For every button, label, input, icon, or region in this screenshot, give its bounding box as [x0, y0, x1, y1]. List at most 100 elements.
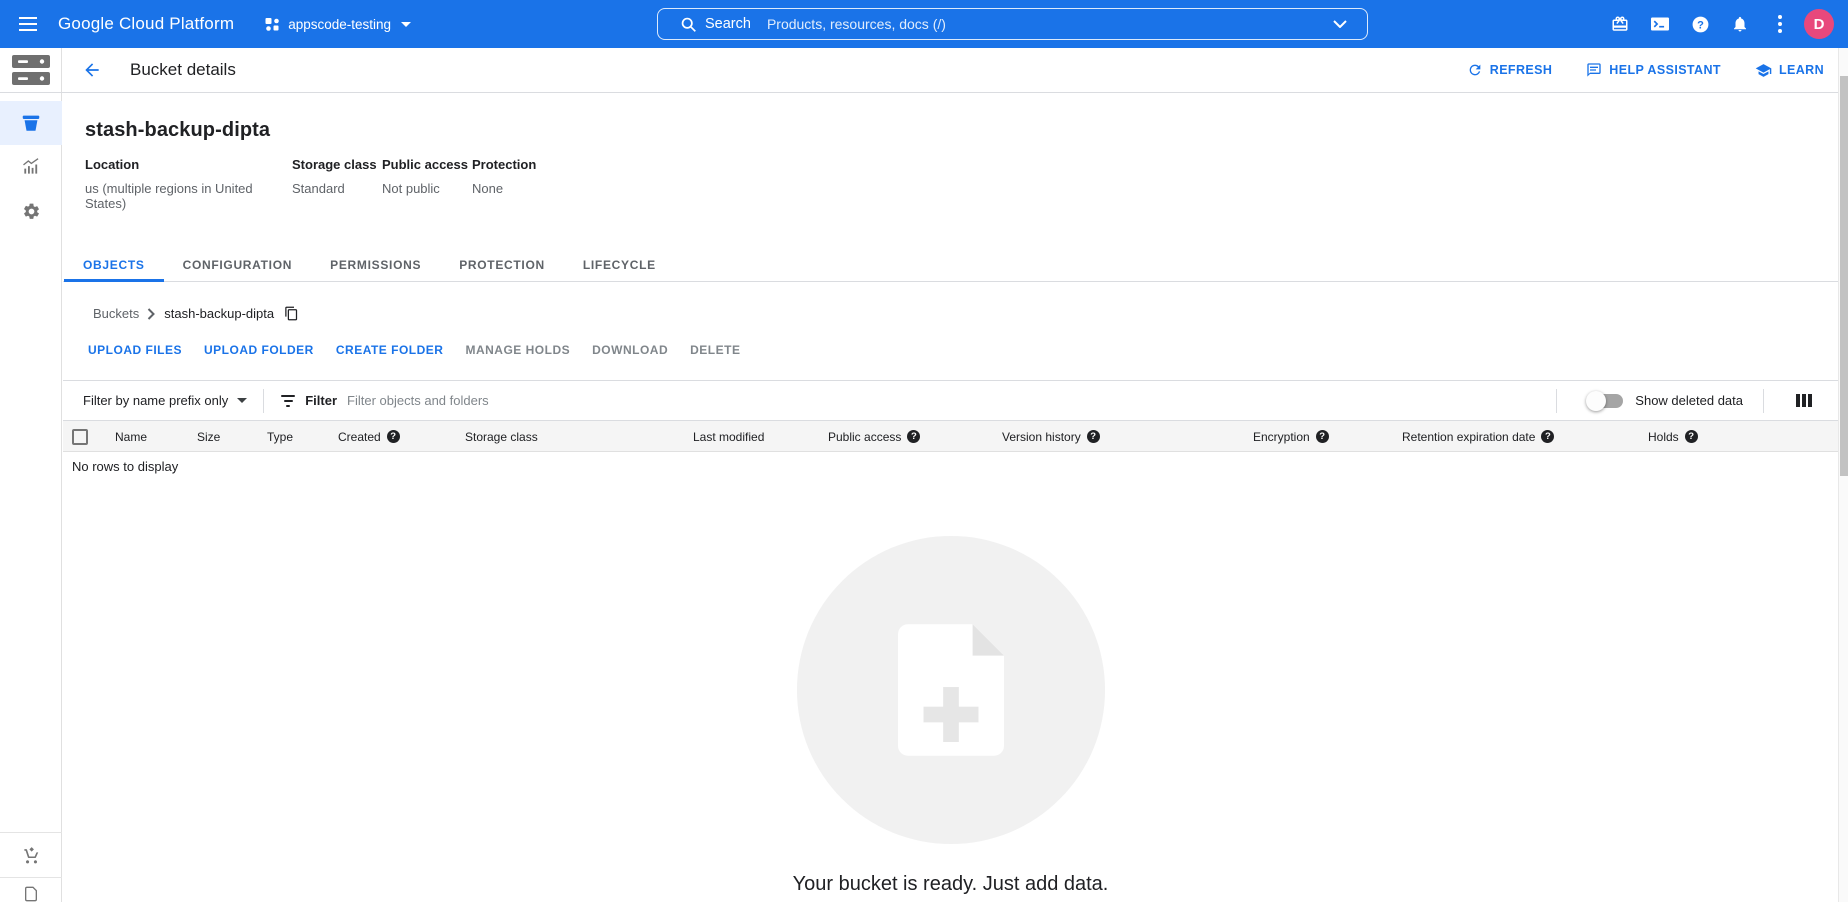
meta-location: Location us (multiple regions in United … [85, 157, 292, 211]
show-deleted-toggle[interactable] [1589, 394, 1623, 408]
help-assistant-button[interactable]: HELP ASSISTANT [1586, 62, 1721, 78]
gift-icon[interactable] [1600, 0, 1640, 48]
upload-files-button[interactable]: UPLOAD FILES [77, 337, 193, 363]
download-button[interactable]: DOWNLOAD [581, 337, 679, 363]
search-label: Search [705, 16, 751, 32]
account-avatar[interactable]: D [1804, 9, 1834, 39]
filter-scope-dropdown[interactable]: Filter by name prefix only [83, 393, 247, 408]
project-icon [264, 16, 280, 32]
gear-icon [22, 202, 41, 221]
create-folder-button[interactable]: CREATE FOLDER [325, 337, 455, 363]
sidebar-item-monitoring[interactable] [0, 145, 62, 189]
column-header-created: Created [338, 421, 400, 452]
header-icons: ? D [1600, 0, 1842, 48]
help-icon[interactable] [907, 430, 920, 443]
select-all-checkbox[interactable] [72, 421, 88, 452]
search-expand-chevron-icon[interactable] [1323, 9, 1357, 39]
chart-icon [21, 157, 41, 177]
bucket-name: stash-backup-dipta [85, 119, 1838, 142]
tab-protection[interactable]: PROTECTION [440, 251, 564, 282]
filter-bar: Filter by name prefix only Filter Show d… [63, 380, 1838, 421]
search-input[interactable] [767, 16, 1323, 32]
empty-state: Your bucket is ready. Just add data. [63, 533, 1838, 896]
svg-text:?: ? [1697, 19, 1704, 31]
help-icon[interactable] [1685, 430, 1698, 443]
breadcrumb-buckets-link[interactable]: Buckets [93, 306, 139, 321]
sidebar-item-settings[interactable] [0, 189, 62, 233]
chevron-down-icon [401, 22, 411, 27]
help-icon[interactable] [1087, 430, 1100, 443]
storage-product-icon[interactable] [0, 48, 62, 92]
copy-icon[interactable] [284, 306, 299, 321]
page-toolbar: Bucket details REFRESH HELP ASSISTANT LE… [0, 48, 1848, 93]
project-name: appscode-testing [288, 17, 391, 32]
sidebar-item-buckets[interactable] [0, 101, 62, 145]
toolbar-actions: REFRESH HELP ASSISTANT LEARN [1467, 62, 1824, 79]
cart-icon [22, 846, 41, 865]
divider [263, 389, 264, 413]
column-header-size: Size [197, 421, 220, 452]
column-display-options-icon[interactable] [1796, 394, 1812, 407]
meta-public-access: Public access Not public [382, 157, 472, 211]
search-bar[interactable]: Search [657, 8, 1368, 40]
empty-table-message: No rows to display [63, 452, 1838, 474]
document-plus-empty-icon [794, 533, 1108, 847]
tab-lifecycle[interactable]: LIFECYCLE [564, 251, 675, 282]
column-header-holds: Holds [1648, 421, 1698, 452]
learn-button[interactable]: LEARN [1755, 62, 1824, 79]
back-arrow-icon[interactable] [72, 50, 112, 90]
notifications-bell-icon[interactable] [1720, 0, 1760, 48]
filter-objects-input[interactable] [347, 393, 667, 408]
bucket-meta: Location us (multiple regions in United … [85, 157, 1838, 211]
project-selector[interactable]: appscode-testing [258, 0, 417, 48]
object-actions: UPLOAD FILES UPLOAD FOLDER CREATE FOLDER… [63, 321, 1838, 363]
help-icon[interactable] [1541, 430, 1554, 443]
search-icon [680, 16, 697, 33]
help-icon[interactable] [1316, 430, 1329, 443]
refresh-icon [1467, 62, 1483, 78]
tab-bar: OBJECTS CONFIGURATION PERMISSIONS PROTEC… [63, 251, 1838, 282]
objects-table-header: Name Size Type Created Storage class Las… [63, 421, 1838, 452]
column-header-version-history: Version history [1002, 421, 1100, 452]
meta-protection: Protection None [472, 157, 536, 211]
upload-folder-button[interactable]: UPLOAD FOLDER [193, 337, 325, 363]
scrollbar-thumb[interactable] [1840, 76, 1848, 476]
column-header-storage-class: Storage class [465, 421, 538, 452]
column-header-public-access: Public access [828, 421, 920, 452]
left-sidebar [0, 93, 62, 902]
divider [1556, 389, 1557, 413]
cloud-shell-icon[interactable] [1640, 0, 1680, 48]
sidebar-item-marketplace[interactable] [0, 833, 62, 877]
tab-configuration[interactable]: CONFIGURATION [164, 251, 312, 282]
filter-bar-right: Show deleted data [1540, 389, 1812, 413]
app-header: Google Cloud Platform appscode-testing S… [0, 0, 1848, 48]
chevron-right-icon [147, 308, 156, 320]
caret-down-icon [237, 398, 247, 403]
filter-label: Filter [305, 393, 337, 408]
more-vert-icon[interactable] [1760, 0, 1800, 48]
column-header-name: Name [115, 421, 147, 452]
column-header-type: Type [267, 421, 293, 452]
breadcrumb-current: stash-backup-dipta [164, 306, 274, 321]
tab-permissions[interactable]: PERMISSIONS [311, 251, 440, 282]
column-header-retention-expiration-date: Retention expiration date [1402, 421, 1554, 452]
app-logo[interactable]: Google Cloud Platform [58, 14, 234, 34]
main-content: stash-backup-dipta Location us (multiple… [63, 93, 1838, 902]
tab-objects[interactable]: OBJECTS [64, 251, 164, 282]
empty-state-caption: Your bucket is ready. Just add data. [793, 873, 1109, 896]
breadcrumb: Buckets stash-backup-dipta [63, 282, 1838, 321]
menu-icon[interactable] [4, 0, 52, 48]
bucket-header: stash-backup-dipta Location us (multiple… [63, 93, 1838, 211]
column-header-last-modified: Last modified [693, 421, 764, 452]
vertical-scrollbar[interactable] [1838, 48, 1848, 902]
help-icon[interactable]: ? [1680, 0, 1720, 48]
chat-bubble-icon [1586, 62, 1602, 78]
delete-button[interactable]: DELETE [679, 337, 751, 363]
sidebar-item-release-notes[interactable] [0, 878, 62, 902]
document-icon [23, 886, 39, 902]
meta-storage-class: Storage class Standard [292, 157, 382, 211]
manage-holds-button[interactable]: MANAGE HOLDS [454, 337, 581, 363]
refresh-button[interactable]: REFRESH [1467, 62, 1553, 78]
filter-icon [280, 395, 296, 407]
help-icon[interactable] [387, 430, 400, 443]
